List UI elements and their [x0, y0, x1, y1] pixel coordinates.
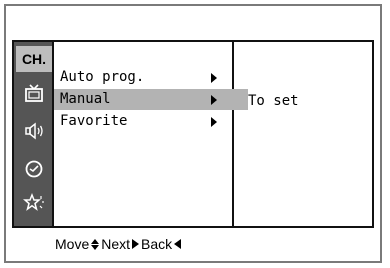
menu-item-label: Auto prog.	[60, 69, 145, 85]
hint-move-label: Move	[55, 236, 90, 252]
osd-menu: CH. Auto prog. Manual Favorite To set	[12, 40, 374, 228]
hint-back-label: Back	[141, 236, 173, 252]
menu-item-label: Manual	[60, 91, 111, 107]
menu-item-label: Favorite	[60, 113, 128, 129]
arrow-right-icon	[132, 239, 140, 249]
arrow-right-icon	[211, 117, 217, 127]
star-settings-icon[interactable]	[22, 192, 46, 214]
detail-pane: To set	[234, 42, 372, 226]
tab-channel[interactable]: CH.	[16, 46, 52, 72]
menu-item-manual[interactable]: Manual	[54, 89, 232, 110]
navigation-hint: Move Next Back	[55, 234, 183, 254]
up-down-arrows-icon	[91, 238, 100, 250]
arrow-right-icon	[211, 73, 217, 83]
menu-item-favorite[interactable]: Favorite	[54, 111, 232, 132]
arrow-left-icon	[174, 239, 182, 249]
arrow-right-icon	[211, 95, 217, 105]
speaker-icon[interactable]	[22, 120, 46, 142]
menu-list: Auto prog. Manual Favorite	[54, 42, 234, 226]
hint-next-label: Next	[101, 236, 131, 252]
menu-item-auto-prog[interactable]: Auto prog.	[54, 67, 232, 88]
tv-icon[interactable]	[22, 82, 46, 104]
clock-icon[interactable]	[22, 158, 46, 180]
category-sidebar: CH.	[14, 42, 54, 226]
detail-value[interactable]: To set	[248, 92, 299, 110]
